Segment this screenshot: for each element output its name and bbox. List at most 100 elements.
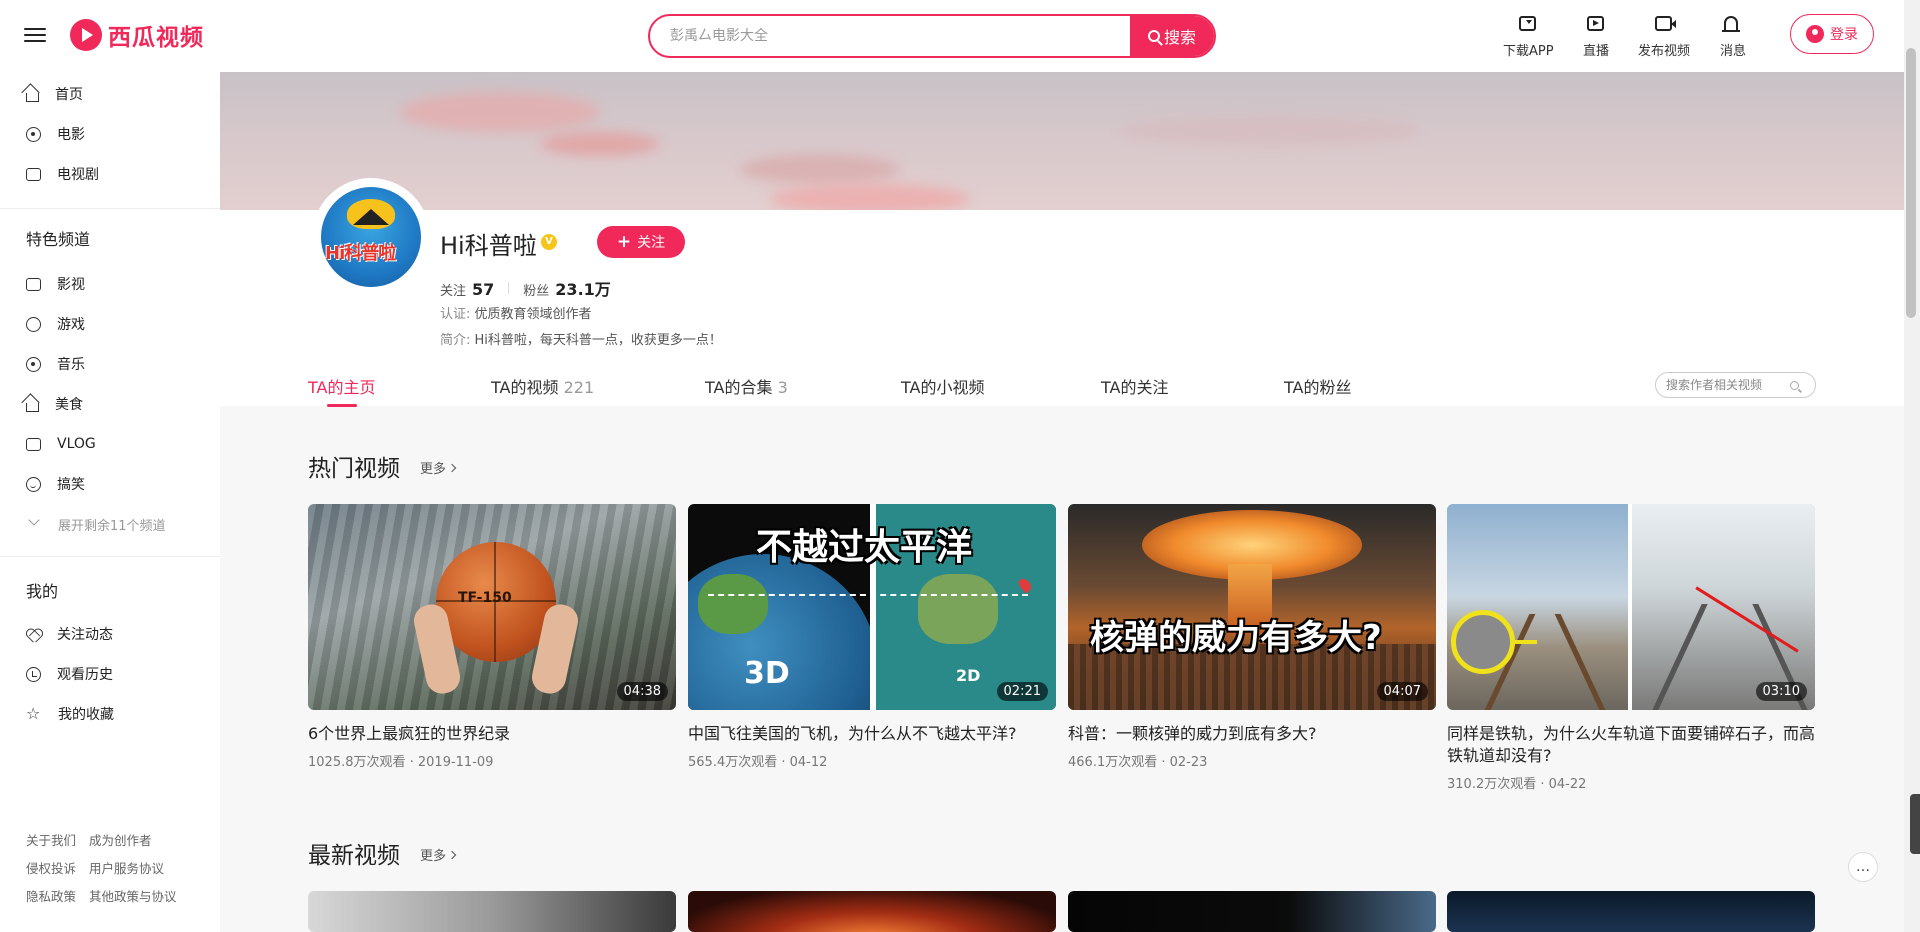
follow-button-label: 关注 (637, 235, 666, 251)
video-duration: 04:38 (616, 682, 668, 701)
search-icon (1147, 30, 1160, 42)
video-meta: 1025.8万次观看 · 2019-11-09 (308, 755, 494, 770)
thumbnail-caption-3d: 3D (744, 656, 790, 691)
download-app-button[interactable]: 下载APP (1503, 16, 1554, 59)
latest-videos-heading: 最新视频 (308, 843, 400, 869)
video-thumbnail[interactable]: 不越过太平洋 3D 2D 02:21 (688, 504, 1056, 710)
sidebar-item-following-feed[interactable]: 关注动态 (26, 622, 113, 646)
hot-videos-more-link[interactable]: 更多 (420, 458, 457, 477)
live-button[interactable]: 直播 (1583, 16, 1609, 59)
video-card[interactable]: 不越过太平洋 3D 2D 02:21 中国飞往美国的飞机，为什么从不飞越太平洋?… (688, 504, 1056, 770)
sidebar-item-label: 游戏 (57, 317, 85, 333)
video-title[interactable]: 科普：一颗核弹的威力到底有多大? (1068, 723, 1436, 745)
sidebar-item-vlog[interactable]: VLOG (26, 432, 96, 456)
tab-following[interactable]: TA的关注 (1101, 374, 1168, 398)
sidebar-item-film-tv[interactable]: 影视 (26, 272, 85, 296)
video-card[interactable] (1068, 891, 1436, 932)
video-thumbnail[interactable] (1068, 891, 1436, 932)
certification-line: 认证: 优质教育领域创作者 (440, 303, 592, 322)
sidebar-item-games[interactable]: 游戏 (26, 312, 85, 336)
video-thumbnail[interactable]: TF-150 04:38 (308, 504, 676, 710)
video-title[interactable]: 中国飞往美国的飞机，为什么从不飞越太平洋? (688, 723, 1056, 745)
latest-videos-more-link[interactable]: 更多 (420, 845, 457, 864)
sidebar-divider (0, 208, 220, 209)
author-video-search-input[interactable] (1666, 378, 1784, 392)
smile-icon (26, 476, 41, 492)
video-card[interactable]: 03:10 同样是铁轨，为什么火车轨道下面要铺碎石子，而高铁轨道却没有? 310… (1447, 504, 1815, 792)
expand-channels-button[interactable]: 展开剩余11个频道 (26, 512, 166, 536)
search-input[interactable] (650, 16, 1130, 56)
follow-button[interactable]: + 关注 (597, 226, 685, 258)
tab-videos[interactable]: TA的视频 221 (491, 374, 594, 398)
video-card[interactable]: TF-150 04:38 6个世界上最疯狂的世界纪录 1025.8万次观看 · … (308, 504, 676, 770)
sidebar-item-watch-history[interactable]: 观看历史 (26, 662, 113, 686)
following-count[interactable]: 57 (472, 280, 494, 299)
logo[interactable]: 西瓜视频 (70, 18, 204, 52)
sidebar-item-tv-series[interactable]: 电视剧 (26, 162, 99, 186)
bell-icon (1722, 16, 1740, 32)
search-button[interactable]: 搜索 (1130, 16, 1214, 56)
search-icon[interactable] (1790, 380, 1799, 390)
footer-link[interactable]: 其他政策与协议 (89, 883, 177, 911)
tab-collections[interactable]: TA的合集 3 (705, 374, 788, 398)
video-card[interactable] (1447, 891, 1815, 932)
footer-link[interactable]: 关于我们 (26, 827, 89, 855)
side-panel-handle[interactable] (1910, 794, 1920, 854)
footer-link[interactable]: 用户服务协议 (89, 855, 177, 883)
live-label: 直播 (1583, 44, 1610, 59)
video-thumbnail[interactable] (308, 891, 676, 932)
tab-label: TA的合集 (705, 378, 773, 397)
messages-label: 消息 (1720, 44, 1747, 59)
sidebar-item-movies[interactable]: 电影 (26, 122, 85, 146)
scrollbar-thumb[interactable] (1906, 48, 1916, 318)
video-meta: 565.4万次观看 · 04-12 (688, 755, 828, 770)
live-icon (1587, 16, 1604, 31)
video-thumbnail[interactable]: 03:10 (1447, 504, 1815, 710)
tab-short-videos[interactable]: TA的小视频 (901, 374, 984, 398)
logo-play-icon (70, 19, 102, 51)
video-thumbnail[interactable]: 核弹的威力有多大? 04:07 (1068, 504, 1436, 710)
tab-homepage[interactable]: TA的主页 (308, 374, 375, 398)
channel-avatar[interactable]: Hi科普啦 (312, 178, 430, 296)
film-icon (26, 126, 41, 142)
search-button-label: 搜索 (1163, 28, 1196, 47)
sidebar-item-label: 美食 (55, 397, 83, 413)
sidebar-item-label: 关注动态 (57, 627, 113, 643)
sidebar-item-music[interactable]: 音乐 (26, 352, 85, 376)
thumbnail-caption-2d: 2D (956, 666, 981, 685)
video-card[interactable]: 核弹的威力有多大? 04:07 科普：一颗核弹的威力到底有多大? 466.1万次… (1068, 504, 1436, 770)
tab-count: 221 (563, 378, 595, 397)
video-thumbnail[interactable] (1447, 891, 1815, 932)
expand-channels-label: 展开剩余11个频道 (58, 518, 166, 534)
intro-line: 简介: Hi科普啦，每天科普一点，收获更多一点！ (440, 329, 722, 348)
video-title[interactable]: 6个世界上最疯狂的世界纪录 (308, 723, 676, 745)
thumbnail-caption: TF-150 (458, 590, 512, 606)
home-icon (26, 92, 39, 102)
footer-link[interactable]: 成为创作者 (89, 827, 177, 855)
hamburger-menu-icon[interactable] (24, 24, 46, 46)
video-title[interactable]: 同样是铁轨，为什么火车轨道下面要铺碎石子，而高铁轨道却没有? (1447, 723, 1815, 767)
video-card[interactable] (688, 891, 1056, 932)
fans-count[interactable]: 23.1万 (555, 276, 610, 300)
gamepad-icon (26, 316, 41, 332)
video-card[interactable] (308, 891, 676, 932)
feedback-chat-icon[interactable]: … (1848, 852, 1878, 882)
tab-fans[interactable]: TA的粉丝 (1284, 374, 1351, 398)
thumbnail-caption: 核弹的威力有多大? (1090, 618, 1382, 658)
sidebar-item-funny[interactable]: 搞笑 (26, 472, 85, 496)
more-label: 更多 (420, 462, 447, 477)
publish-video-label: 发布视频 (1638, 44, 1691, 59)
camera-icon (26, 437, 41, 451)
sidebar-item-food[interactable]: 美食 (26, 392, 83, 416)
sidebar-item-home[interactable]: 首页 (26, 82, 83, 106)
footer-link[interactable]: 侵权投诉 (26, 855, 89, 883)
sidebar-item-favorites[interactable]: ☆ 我的收藏 (26, 702, 114, 726)
profile-tabs: TA的主页 TA的视频 221 TA的合集 3 TA的小视频 TA的关注 TA的… (220, 362, 1904, 406)
video-thumbnail[interactable] (688, 891, 1056, 932)
music-icon (26, 356, 41, 372)
publish-video-button[interactable]: 发布视频 (1638, 16, 1690, 59)
messages-button[interactable]: 消息 (1720, 16, 1746, 59)
login-label: 登录 (1830, 27, 1858, 43)
footer-link[interactable]: 隐私政策 (26, 883, 89, 911)
login-button[interactable]: 登录 (1790, 14, 1874, 54)
